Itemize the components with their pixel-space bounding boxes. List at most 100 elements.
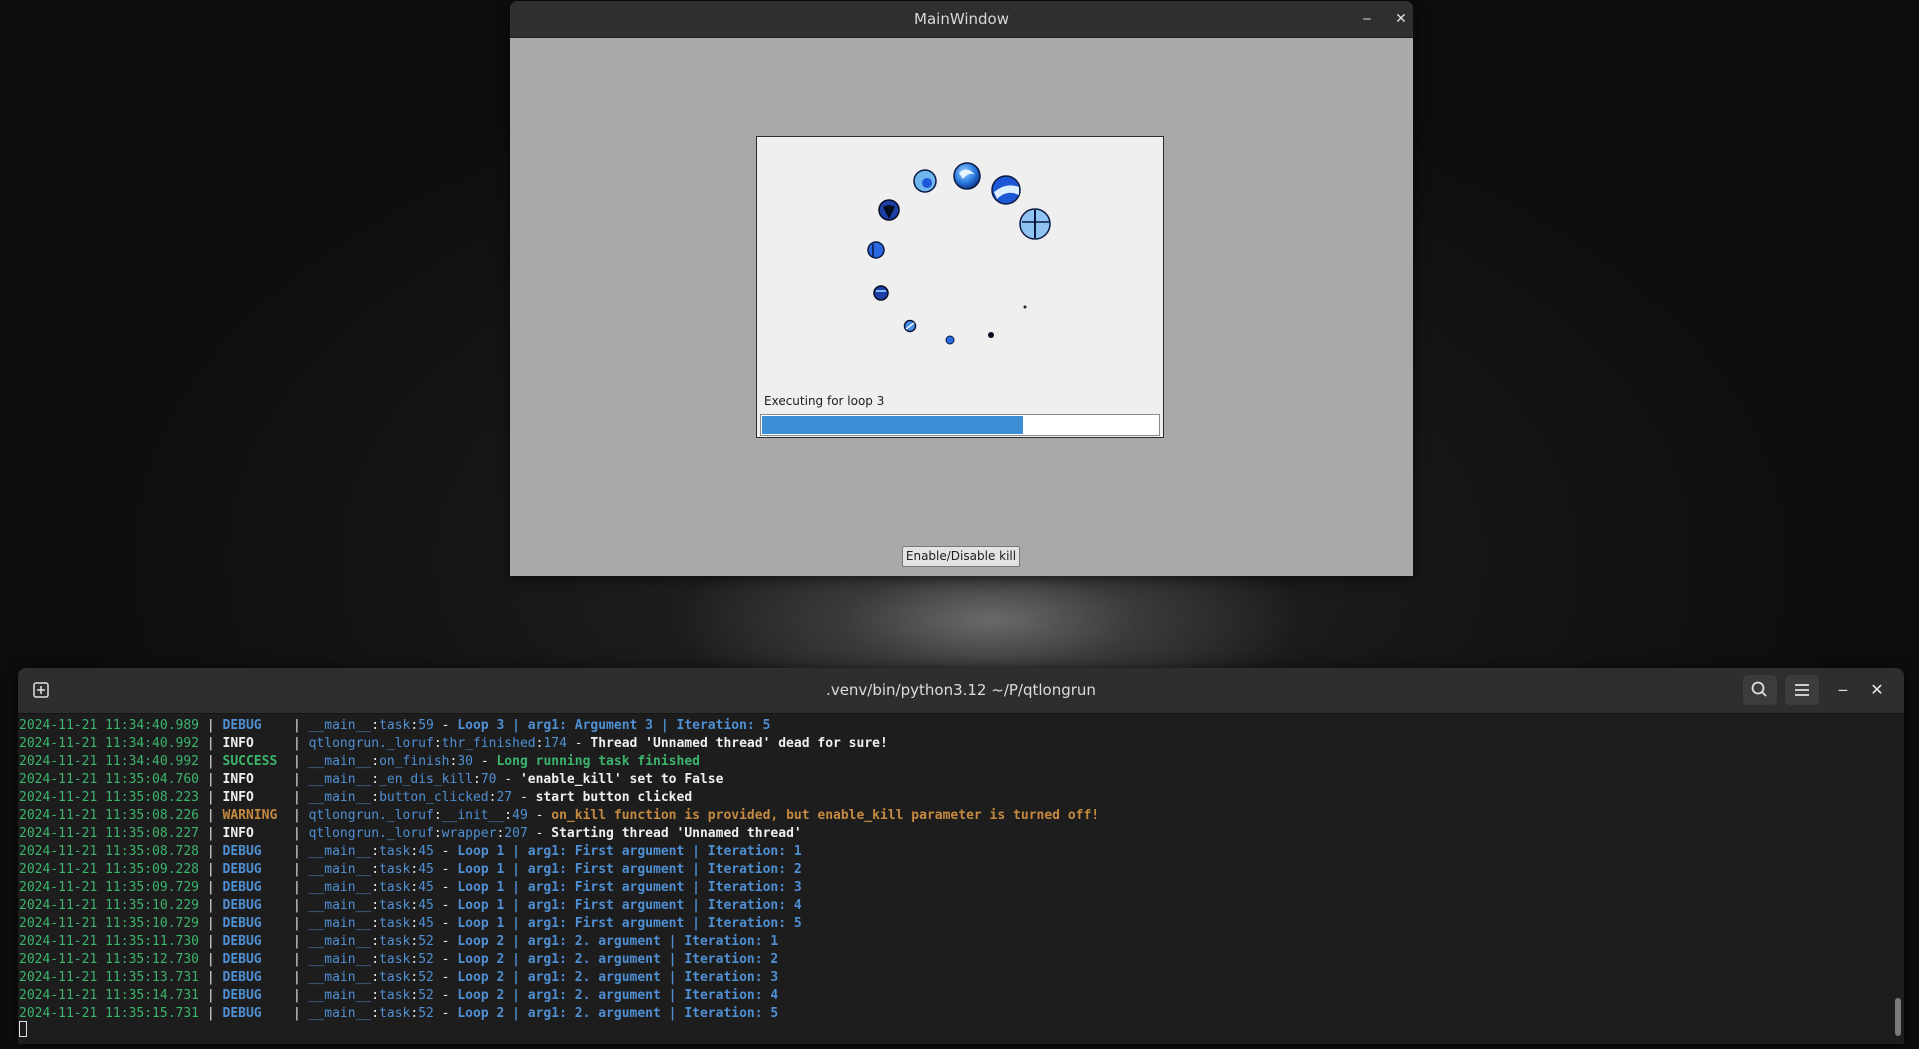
- log-line: 2024-11-21 11:34:40.992 | INFO | qtlongr…: [19, 735, 1879, 753]
- log-line: 2024-11-21 11:35:08.223 | INFO | __main_…: [19, 789, 1879, 807]
- log-function: task: [379, 898, 411, 913]
- terminal-close-button[interactable]: ✕: [1860, 675, 1894, 705]
- log-message: Starting thread 'Unnamed thread': [551, 826, 802, 841]
- log-message: Loop 1 | arg1: First argument | Iteratio…: [457, 916, 802, 931]
- log-dash: -: [433, 880, 458, 895]
- log-line-number: 45: [418, 880, 434, 895]
- log-separator: |: [199, 736, 223, 751]
- log-separator: |: [285, 862, 309, 877]
- log-dash: -: [433, 916, 458, 931]
- log-function: task: [379, 916, 411, 931]
- log-separator: |: [285, 934, 309, 949]
- log-line-number: 52: [418, 934, 434, 949]
- log-module: __main__: [308, 754, 372, 769]
- log-module: __main__: [308, 988, 372, 1003]
- log-module: qtlongrun._loruf: [308, 808, 434, 823]
- log-colon: :: [371, 754, 380, 769]
- log-dash: -: [433, 988, 458, 1003]
- log-module: qtlongrun._loruf: [308, 826, 434, 841]
- log-separator: |: [285, 754, 309, 769]
- spinner-ball-7: [873, 285, 889, 301]
- main-window-title: MainWindow: [914, 10, 1009, 28]
- log-separator: |: [285, 808, 309, 823]
- log-timestamp: 2024-11-21 11:35:04.760: [19, 772, 200, 787]
- log-separator: |: [199, 970, 223, 985]
- log-line-number: 52: [418, 970, 434, 985]
- log-line-number: 49: [512, 808, 528, 823]
- log-level: INFO: [222, 826, 286, 841]
- terminal-scrollbar[interactable]: [1895, 998, 1901, 1036]
- log-message: Loop 1 | arg1: First argument | Iteratio…: [457, 862, 802, 877]
- spinner-ball-1: [953, 162, 981, 190]
- log-separator: |: [285, 898, 309, 913]
- log-timestamp: 2024-11-21 11:35:09.729: [19, 880, 200, 895]
- log-level: DEBUG: [222, 880, 286, 895]
- log-separator: |: [285, 880, 309, 895]
- log-message: on_kill function is provided, but enable…: [551, 808, 1100, 823]
- log-separator: |: [199, 988, 223, 1003]
- log-timestamp: 2024-11-21 11:35:08.223: [19, 790, 200, 805]
- terminal-log-output[interactable]: 2024-11-21 11:34:40.989 | DEBUG | __main…: [19, 717, 1879, 1023]
- terminal-headerbar[interactable]: .venv/bin/python3.12 ~/P/qtlongrun ‒ ✕: [18, 668, 1904, 714]
- log-colon: :: [371, 772, 380, 787]
- log-line: 2024-11-21 11:35:09.729 | DEBUG | __main…: [19, 879, 1879, 897]
- log-function: task: [379, 952, 411, 967]
- log-colon: :: [371, 988, 380, 1003]
- log-timestamp: 2024-11-21 11:35:10.229: [19, 898, 200, 913]
- log-timestamp: 2024-11-21 11:35:09.228: [19, 862, 200, 877]
- search-icon[interactable]: [1743, 675, 1777, 705]
- log-level: SUCCESS: [222, 754, 286, 769]
- log-line: 2024-11-21 11:35:12.730 | DEBUG | __main…: [19, 951, 1879, 969]
- log-dash: -: [433, 934, 458, 949]
- log-timestamp: 2024-11-21 11:35:15.731: [19, 1006, 200, 1021]
- log-separator: |: [285, 790, 309, 805]
- log-message: Loop 2 | arg1: 2. argument | Iteration: …: [457, 988, 779, 1003]
- log-module: __main__: [308, 790, 372, 805]
- log-message: Loop 3 | arg1: Argument 3 | Iteration: 5: [457, 718, 771, 733]
- minimize-button[interactable]: ‒: [1355, 7, 1379, 31]
- log-separator: |: [199, 844, 223, 859]
- spinner-ball-9: [945, 335, 955, 345]
- log-separator: |: [199, 1006, 223, 1021]
- terminal-minimize-button[interactable]: ‒: [1826, 675, 1860, 705]
- enable-disable-kill-button[interactable]: Enable/Disable kill: [902, 546, 1020, 567]
- log-dash: -: [512, 790, 536, 805]
- log-dash: -: [496, 772, 520, 787]
- log-line-number: 45: [418, 862, 434, 877]
- log-dash: -: [527, 808, 552, 823]
- log-colon: :: [371, 952, 380, 967]
- new-tab-icon[interactable]: [24, 675, 58, 705]
- spinner-ball-8: [903, 319, 917, 333]
- log-line-number: 52: [418, 988, 434, 1003]
- log-timestamp: 2024-11-21 11:35:08.728: [19, 844, 200, 859]
- progress-status-text: Executing for loop 3: [764, 394, 885, 408]
- log-function: on_finish: [379, 754, 450, 769]
- log-separator: |: [199, 772, 223, 787]
- log-module: qtlongrun._loruf: [308, 736, 434, 751]
- log-level: INFO: [222, 772, 286, 787]
- log-level: DEBUG: [222, 1006, 286, 1021]
- log-message: start button clicked: [535, 790, 693, 805]
- log-message: Thread 'Unnamed thread' dead for sure!: [590, 736, 888, 751]
- busy-spinner: [867, 162, 1051, 345]
- log-line-number: 45: [418, 898, 434, 913]
- hamburger-menu-icon[interactable]: [1785, 675, 1819, 705]
- log-colon: :: [433, 808, 442, 823]
- log-separator: |: [285, 970, 309, 985]
- log-message: Loop 1 | arg1: First argument | Iteratio…: [457, 880, 802, 895]
- log-level: INFO: [222, 736, 286, 751]
- main-window: MainWindow ‒ ✕ Executing for loop 3 Enab…: [510, 1, 1413, 576]
- main-window-titlebar[interactable]: MainWindow ‒ ✕: [510, 1, 1413, 38]
- log-function: task: [379, 934, 411, 949]
- log-function: task: [379, 862, 411, 877]
- log-module: __main__: [308, 952, 372, 967]
- log-colon: :: [371, 862, 380, 877]
- log-function: task: [379, 718, 411, 733]
- close-button[interactable]: ✕: [1389, 7, 1413, 31]
- log-line-number: 52: [418, 1006, 434, 1021]
- log-dash: -: [527, 826, 552, 841]
- log-line-number: 30: [457, 754, 473, 769]
- log-line: 2024-11-21 11:34:40.989 | DEBUG | __main…: [19, 717, 1879, 735]
- log-separator: |: [199, 808, 223, 823]
- log-separator: |: [199, 718, 223, 733]
